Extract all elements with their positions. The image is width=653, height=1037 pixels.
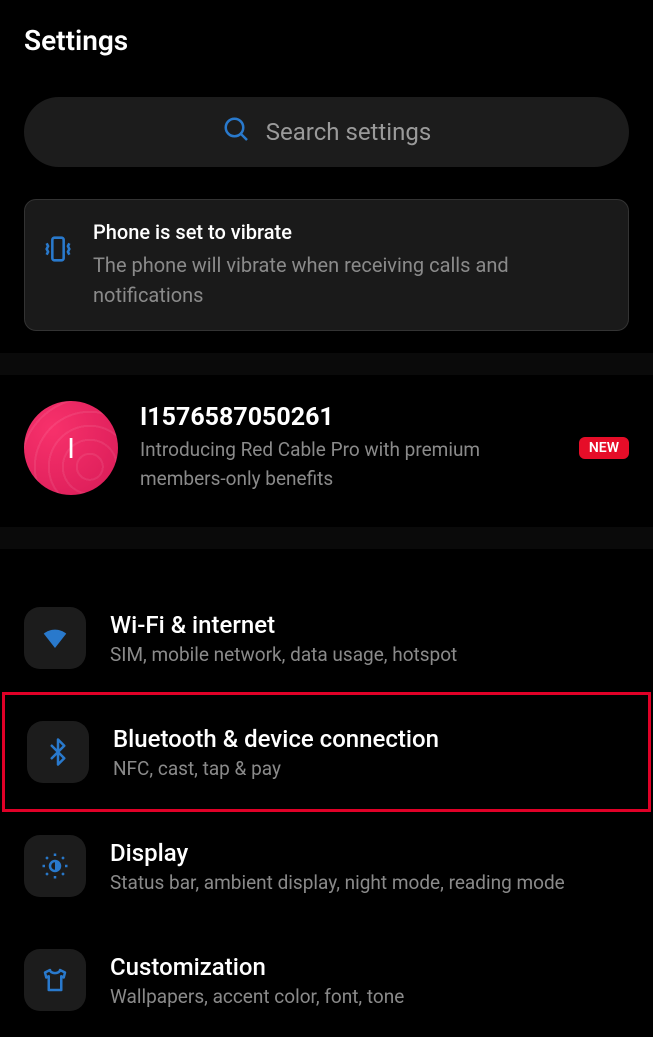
profile-row[interactable]: I I1576587050261 Introducing Red Cable P… bbox=[0, 397, 653, 505]
item-title: Customization bbox=[110, 953, 629, 981]
profile-content: I1576587050261 Introducing Red Cable Pro… bbox=[140, 403, 557, 493]
search-placeholder: Search settings bbox=[266, 118, 431, 146]
item-content: Display Status bar, ambient display, nig… bbox=[110, 839, 629, 894]
search-icon bbox=[222, 115, 252, 149]
item-content: Customization Wallpapers, accent color, … bbox=[110, 953, 629, 1008]
item-content: Wi-Fi & internet SIM, mobile network, da… bbox=[110, 611, 629, 666]
settings-list: Wi-Fi & internet SIM, mobile network, da… bbox=[0, 571, 653, 1037]
vibrate-title: Phone is set to vibrate bbox=[93, 220, 608, 244]
item-description: Status bar, ambient display, night mode,… bbox=[110, 871, 629, 894]
search-input[interactable]: Search settings bbox=[24, 97, 629, 167]
vibrate-notification-card[interactable]: Phone is set to vibrate The phone will v… bbox=[24, 199, 629, 331]
settings-item-display[interactable]: Display Status bar, ambient display, nig… bbox=[0, 809, 653, 923]
avatar-letter: I bbox=[67, 432, 75, 465]
profile-id: I1576587050261 bbox=[140, 403, 557, 432]
settings-item-bluetooth[interactable]: Bluetooth & device connection NFC, cast,… bbox=[2, 692, 651, 812]
item-title: Bluetooth & device connection bbox=[113, 725, 626, 753]
bluetooth-icon bbox=[27, 721, 89, 783]
item-description: SIM, mobile network, data usage, hotspot bbox=[110, 643, 629, 666]
item-description: NFC, cast, tap & pay bbox=[113, 757, 626, 780]
header: Settings bbox=[0, 0, 653, 97]
divider bbox=[0, 353, 653, 375]
item-content: Bluetooth & device connection NFC, cast,… bbox=[113, 725, 626, 780]
vibrate-description: The phone will vibrate when receiving ca… bbox=[93, 250, 608, 310]
settings-item-customization[interactable]: Customization Wallpapers, accent color, … bbox=[0, 923, 653, 1037]
new-badge: NEW bbox=[579, 437, 629, 459]
divider bbox=[0, 527, 653, 549]
wifi-icon bbox=[24, 607, 86, 669]
avatar: I bbox=[24, 401, 118, 495]
item-title: Wi-Fi & internet bbox=[110, 611, 629, 639]
settings-item-wifi[interactable]: Wi-Fi & internet SIM, mobile network, da… bbox=[0, 581, 653, 695]
vibrate-content: Phone is set to vibrate The phone will v… bbox=[93, 220, 608, 310]
tshirt-icon bbox=[24, 949, 86, 1011]
item-description: Wallpapers, accent color, font, tone bbox=[110, 985, 629, 1008]
profile-description: Introducing Red Cable Pro with premium m… bbox=[140, 436, 557, 493]
vibrate-icon bbox=[41, 232, 75, 266]
item-title: Display bbox=[110, 839, 629, 867]
page-title: Settings bbox=[24, 24, 629, 57]
brightness-icon bbox=[24, 835, 86, 897]
